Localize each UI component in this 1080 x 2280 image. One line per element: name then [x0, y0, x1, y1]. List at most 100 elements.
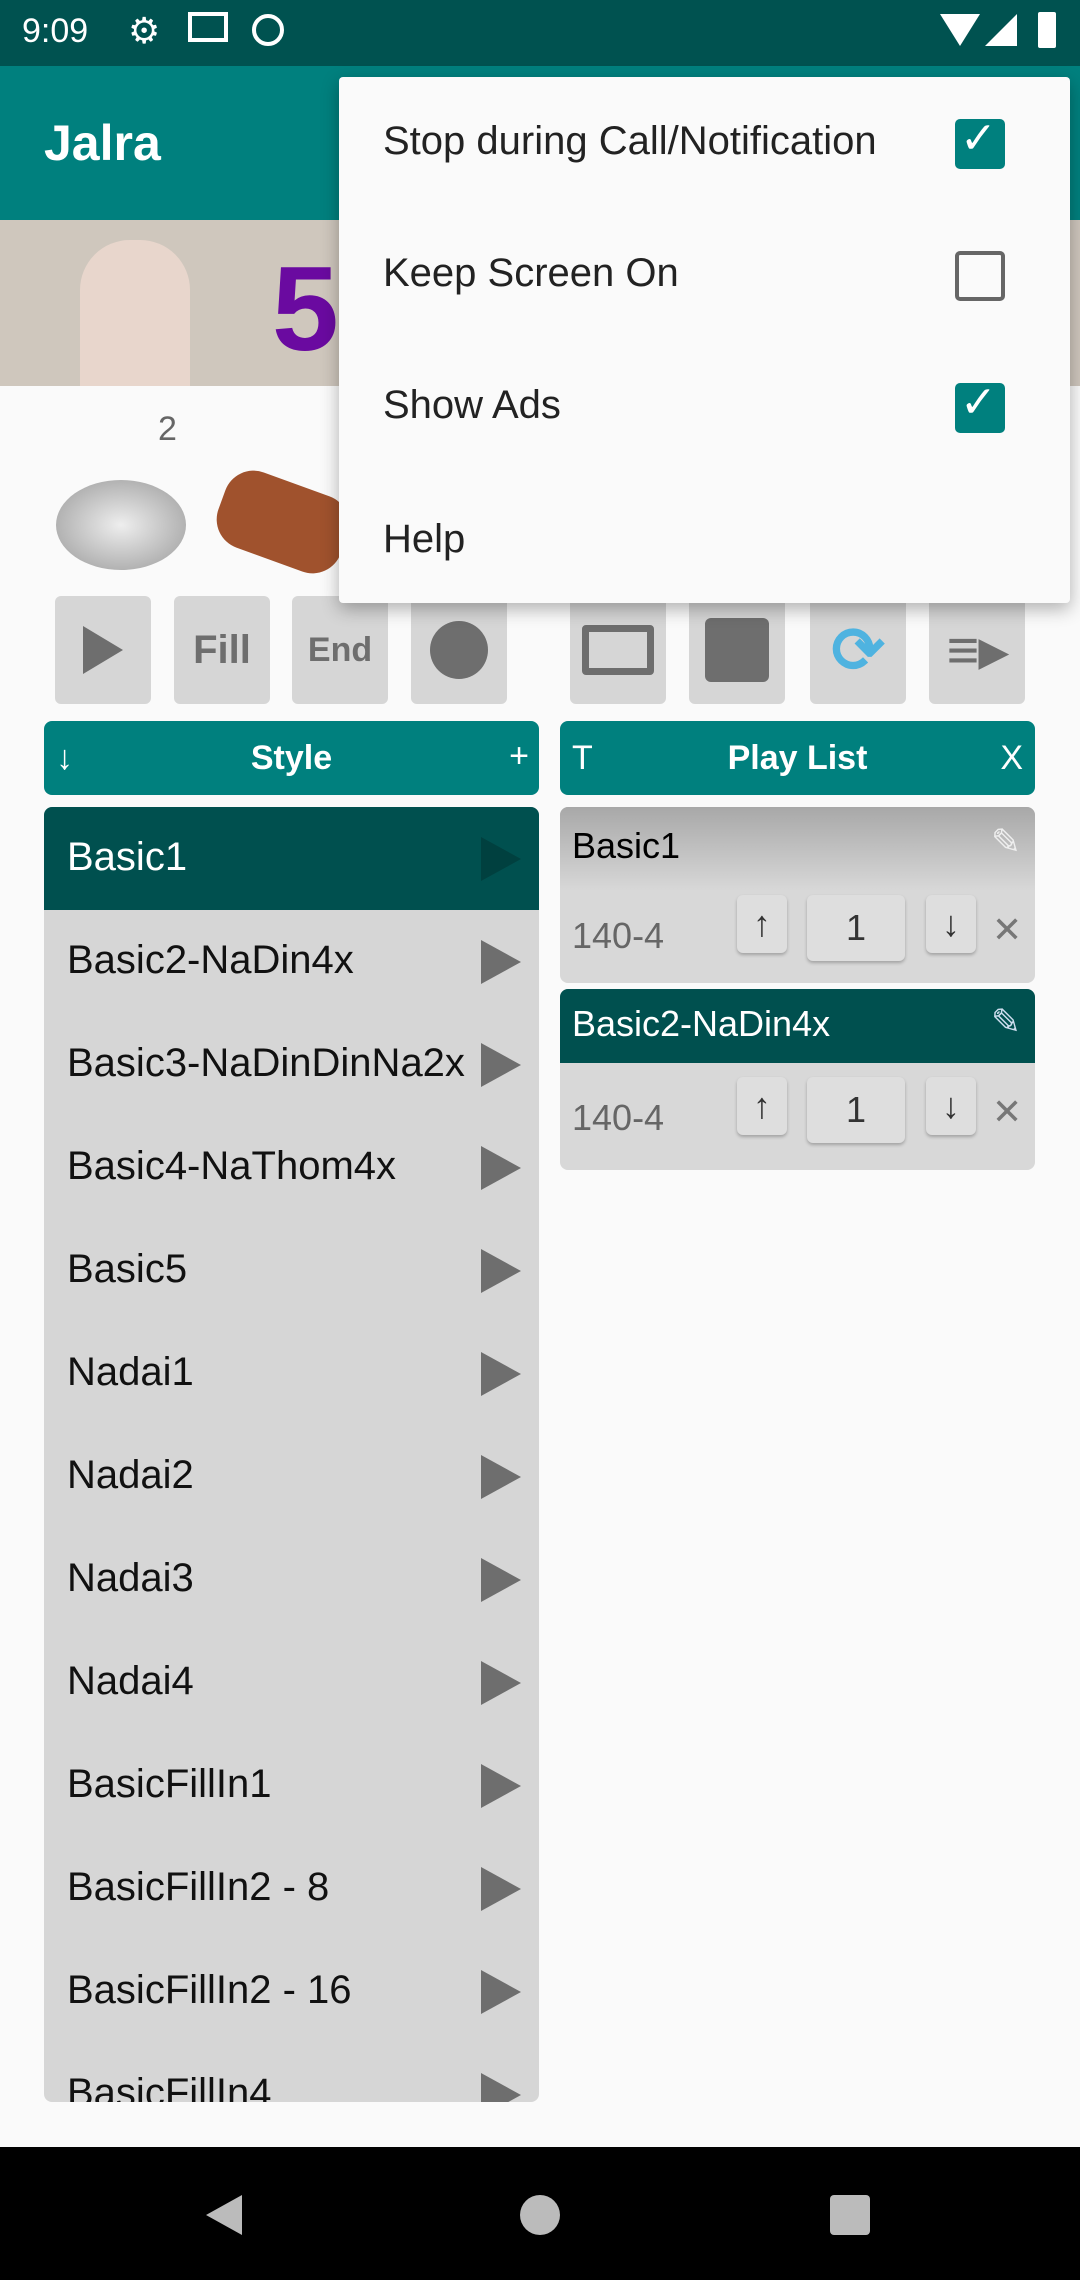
- counter-label: 2: [158, 410, 177, 448]
- style-item[interactable]: BasicFillIn1: [44, 1734, 539, 1837]
- add-style-button[interactable]: +: [509, 737, 529, 776]
- play-style-icon[interactable]: [481, 1970, 521, 2014]
- folder-icon: [582, 625, 654, 675]
- menu-item-label: Show Ads: [383, 383, 561, 427]
- style-header: ↓ Style +: [44, 721, 539, 795]
- style-item-label: Basic5: [67, 1247, 188, 1291]
- style-item[interactable]: Nadai4: [44, 1631, 539, 1734]
- gear-icon: ⚙: [128, 10, 161, 51]
- navigation-bar: [0, 2147, 1080, 2280]
- radio-icon: [252, 14, 284, 46]
- play-style-icon[interactable]: [481, 1249, 521, 1293]
- style-item[interactable]: Basic2-NaDin4x: [44, 910, 539, 1013]
- playlist-item[interactable]: Basic2-NaDin4x ✎ 140-4 ↑ 1 ↓ ✕: [560, 989, 1035, 1170]
- play-icon: [83, 626, 123, 674]
- play-style-icon[interactable]: [481, 1661, 521, 1705]
- app-title: Jalra: [44, 115, 161, 171]
- style-item[interactable]: Basic3-NaDinDinNa2x: [44, 1013, 539, 1116]
- record-icon: [430, 621, 488, 679]
- play-style-icon[interactable]: [481, 1455, 521, 1499]
- tempo-label: 140-4: [572, 915, 665, 956]
- style-item-label: BasicFillIn4: [67, 2071, 272, 2102]
- floppy-icon: [705, 618, 769, 682]
- style-item[interactable]: Nadai3: [44, 1528, 539, 1631]
- sync-icon: ⟳: [831, 613, 885, 686]
- move-up-button[interactable]: ↑: [737, 895, 787, 953]
- style-item[interactable]: Basic5: [44, 1219, 539, 1322]
- style-item-label: BasicFillIn2 - 8: [67, 1865, 330, 1909]
- menu-item-show-ads[interactable]: Show Ads ✓: [339, 341, 1070, 473]
- menu-item-keep-screen-on[interactable]: Keep Screen On: [339, 209, 1070, 341]
- repeat-count[interactable]: 1: [807, 895, 905, 961]
- move-down-button[interactable]: ↓: [926, 895, 976, 953]
- repeat-button[interactable]: ⟳: [810, 596, 906, 704]
- tempo-label: 140-4: [572, 1097, 665, 1138]
- open-button[interactable]: [570, 596, 666, 704]
- cymbal-image[interactable]: [56, 480, 186, 570]
- style-item[interactable]: Nadai2: [44, 1425, 539, 1528]
- playlist-play-icon: ≡▸: [946, 618, 1008, 681]
- style-item-label: Nadai3: [67, 1556, 194, 1600]
- style-list[interactable]: Basic1 Basic2-NaDin4x Basic3-NaDinDinNa2x B…: [44, 807, 539, 2102]
- move-up-button[interactable]: ↑: [737, 1077, 787, 1135]
- fill-button[interactable]: Fill: [174, 596, 270, 704]
- style-item-label: Nadai4: [67, 1659, 194, 1703]
- style-item-label: Nadai1: [67, 1350, 194, 1394]
- playlist-item[interactable]: Basic1 ✎ 140-4 ↑ 1 ↓ ✕: [560, 807, 1035, 983]
- ad-graphic: 5: [272, 242, 339, 376]
- signal-icon: [985, 14, 1017, 46]
- style-item[interactable]: BasicFillIn4: [44, 2043, 539, 2102]
- style-item[interactable]: Nadai1: [44, 1322, 539, 1425]
- style-item[interactable]: BasicFillIn2 - 16: [44, 1940, 539, 2043]
- move-down-button[interactable]: ↓: [926, 1077, 976, 1135]
- playlist-play-button[interactable]: ≡▸: [929, 596, 1025, 704]
- repeat-count[interactable]: 1: [807, 1077, 905, 1143]
- edit-icon[interactable]: ✎: [991, 821, 1021, 863]
- checkbox-checked[interactable]: ✓: [955, 114, 1005, 169]
- style-item-label: BasicFillIn2 - 16: [67, 1968, 352, 2012]
- playlist-header: T Play List X: [560, 721, 1035, 795]
- playlist-item-name: Basic1: [572, 825, 681, 866]
- play-style-icon[interactable]: [481, 940, 521, 984]
- record-button[interactable]: [411, 596, 507, 704]
- menu-item-label: Stop during Call/Notification: [383, 119, 877, 163]
- style-item-label: Basic3-NaDinDinNa2x: [67, 1041, 465, 1085]
- save-button[interactable]: [689, 596, 785, 704]
- back-icon[interactable]: [206, 2195, 242, 2235]
- battery-icon: [1038, 12, 1056, 48]
- style-item[interactable]: BasicFillIn2 - 8: [44, 1837, 539, 1940]
- edit-icon[interactable]: ✎: [991, 1001, 1021, 1043]
- style-title: Style: [250, 739, 333, 777]
- ad-person-image: [80, 240, 190, 386]
- style-item-label: BasicFillIn1: [67, 1762, 272, 1806]
- mridangam-image[interactable]: [208, 462, 358, 582]
- overflow-menu: Stop during Call/Notification ✓ Keep Scr…: [339, 77, 1070, 603]
- play-style-icon[interactable]: [481, 2073, 521, 2102]
- play-style-icon[interactable]: [481, 1043, 521, 1087]
- style-item[interactable]: Basic4-NaThom4x: [44, 1116, 539, 1219]
- style-item-label: Nadai2: [67, 1453, 194, 1497]
- style-item[interactable]: Basic1: [44, 807, 539, 910]
- clock: 9:09: [22, 12, 89, 50]
- play-style-icon[interactable]: [481, 1146, 521, 1190]
- menu-item-label: Help: [383, 517, 466, 561]
- style-item-label: Basic4-NaThom4x: [67, 1144, 397, 1188]
- playlist-clear-button[interactable]: X: [1000, 739, 1023, 778]
- play-style-icon[interactable]: [481, 837, 521, 881]
- play-style-icon[interactable]: [481, 1764, 521, 1808]
- checkbox-checked[interactable]: ✓: [955, 378, 1005, 433]
- recents-icon[interactable]: [830, 2195, 870, 2235]
- menu-item-help[interactable]: Help: [339, 473, 1070, 603]
- play-style-icon[interactable]: [481, 1558, 521, 1602]
- home-icon[interactable]: [520, 2195, 560, 2235]
- gmail-icon: [188, 12, 228, 42]
- menu-item-label: Keep Screen On: [383, 251, 679, 295]
- play-style-icon[interactable]: [481, 1867, 521, 1911]
- play-style-icon[interactable]: [481, 1352, 521, 1396]
- menu-item-stop-during-call[interactable]: Stop during Call/Notification ✓: [339, 77, 1070, 209]
- play-button[interactable]: [55, 596, 151, 704]
- remove-icon[interactable]: ✕: [992, 909, 1022, 951]
- remove-icon[interactable]: ✕: [992, 1091, 1022, 1133]
- checkbox-unchecked[interactable]: [955, 251, 1005, 301]
- end-button[interactable]: End: [292, 596, 388, 704]
